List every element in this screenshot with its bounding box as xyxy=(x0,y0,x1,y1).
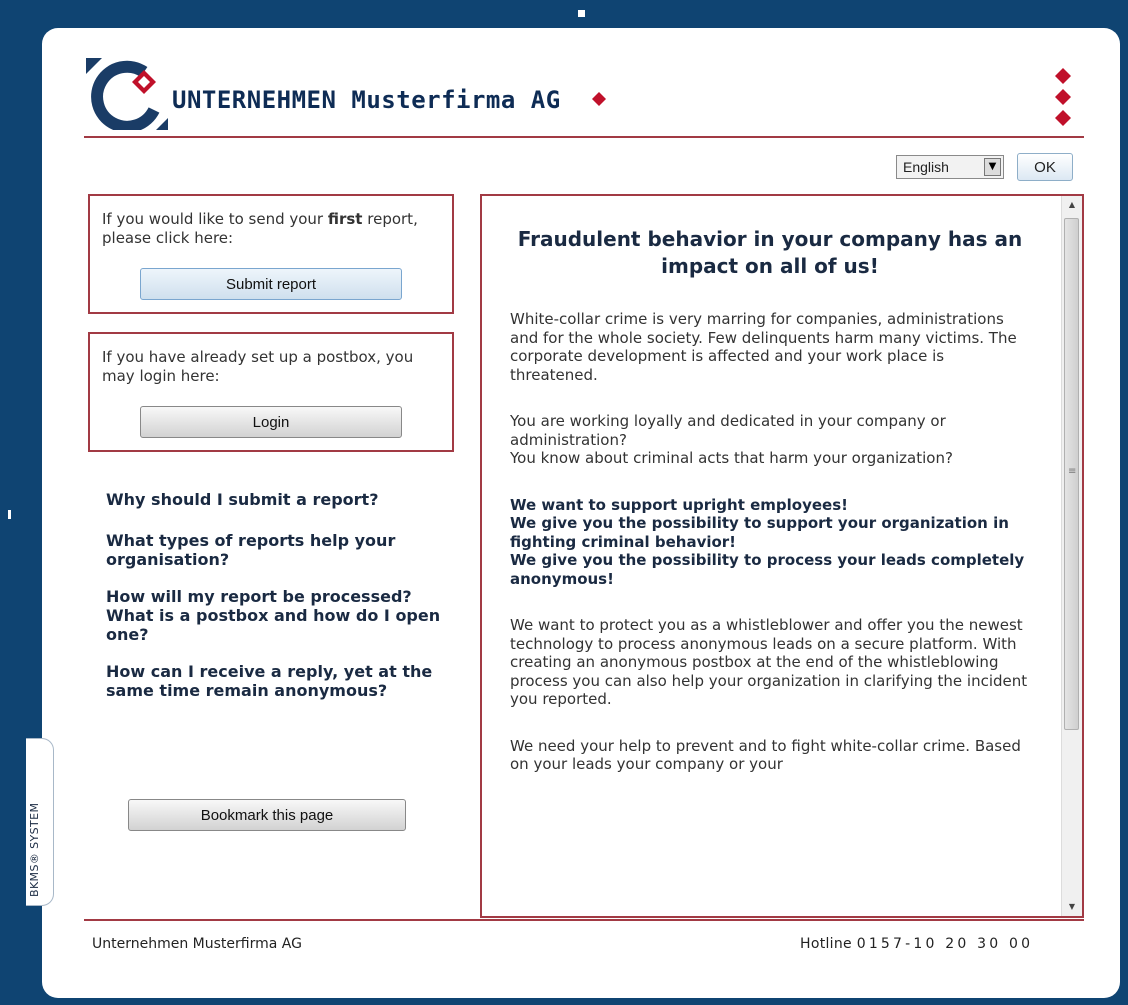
language-select[interactable]: English ▼ xyxy=(896,155,1004,179)
content-paragraph: White-collar crime is very marring for c… xyxy=(510,310,1017,384)
diamond-icon xyxy=(592,92,606,106)
company-logo-icon xyxy=(86,58,168,130)
header-divider xyxy=(84,136,1084,138)
faq-link-processing[interactable]: How will my report be processed? What is… xyxy=(106,587,446,644)
faq-list: Why should I submit a report? What types… xyxy=(106,490,446,718)
company-name: UNTERNEHMEN Musterfirma AG xyxy=(172,86,561,114)
left-notch xyxy=(8,510,11,519)
footer-divider xyxy=(84,919,1084,921)
content-paragraph: You are working loyally and dedicated in… xyxy=(510,412,1030,468)
submit-report-button[interactable]: Submit report xyxy=(140,268,402,300)
content-line: You are working loyally and dedicated in… xyxy=(510,412,946,449)
content-line: You know about criminal acts that harm y… xyxy=(510,449,953,467)
language-ok-button[interactable]: OK xyxy=(1017,153,1073,181)
scrollbar-grip-icon: ≡ xyxy=(1068,466,1077,477)
bookmark-button[interactable]: Bookmark this page xyxy=(128,799,406,831)
hotline-number: 0157-10 20 30 00 xyxy=(856,936,1034,952)
footer-company-name: Unternehmen Musterfirma AG xyxy=(92,936,302,952)
content-panel[interactable]: Fraudulent behavior in your company has … xyxy=(480,194,1084,918)
submit-text-bold: first xyxy=(327,210,363,228)
side-tab-label: BKMS® SYSTEM xyxy=(28,802,41,897)
content-bold-line: We give you the possibility to support y… xyxy=(510,514,1009,551)
language-select-value: English xyxy=(903,159,949,175)
submit-text-start: If you would like to send your xyxy=(102,210,328,228)
footer-hotline: Hotline 0157-10 20 30 00 xyxy=(800,936,1033,952)
content-bold-line: We give you the possibility to process y… xyxy=(510,551,1025,588)
top-notch xyxy=(578,10,585,17)
content-scrollbar[interactable]: ▲ ≡ ▼ xyxy=(1061,196,1082,916)
faq-link-why-submit[interactable]: Why should I submit a report? xyxy=(106,490,446,509)
corner-diamonds-icon xyxy=(1055,68,1071,126)
submit-report-text: If you would like to send your first rep… xyxy=(102,210,442,248)
content-title: Fraudulent behavior in your company has … xyxy=(517,227,1023,278)
login-box: If you have already set up a postbox, yo… xyxy=(88,332,454,452)
content-bold-line: We want to support upright employees! xyxy=(510,495,848,514)
login-button[interactable]: Login xyxy=(140,406,402,438)
content-paragraph: We need your help to prevent and to figh… xyxy=(510,736,1021,774)
submit-report-box: If you would like to send your first rep… xyxy=(88,194,454,314)
faq-link-anonymous-reply[interactable]: How can I receive a reply, yet at the sa… xyxy=(106,662,446,700)
content-text: Fraudulent behavior in your company has … xyxy=(510,226,1030,802)
content-bold-paragraph: We want to support upright employees! We… xyxy=(510,496,1030,589)
bkms-side-tab[interactable]: BKMS® SYSTEM xyxy=(26,738,54,906)
faq-link-report-types[interactable]: What types of reports help your organisa… xyxy=(106,531,446,569)
page-card: UNTERNEHMEN Musterfirma AG English ▼ OK … xyxy=(42,28,1120,998)
scroll-up-arrow-icon[interactable]: ▲ xyxy=(1062,196,1082,214)
scroll-down-arrow-icon[interactable]: ▼ xyxy=(1062,898,1082,916)
scrollbar-thumb[interactable]: ≡ xyxy=(1064,218,1079,730)
content-paragraph: We want to protect you as a whistleblowe… xyxy=(510,616,1028,708)
hotline-label: Hotline xyxy=(800,936,852,952)
login-text: If you have already set up a postbox, yo… xyxy=(102,348,414,385)
dropdown-arrow-icon[interactable]: ▼ xyxy=(984,158,1001,176)
